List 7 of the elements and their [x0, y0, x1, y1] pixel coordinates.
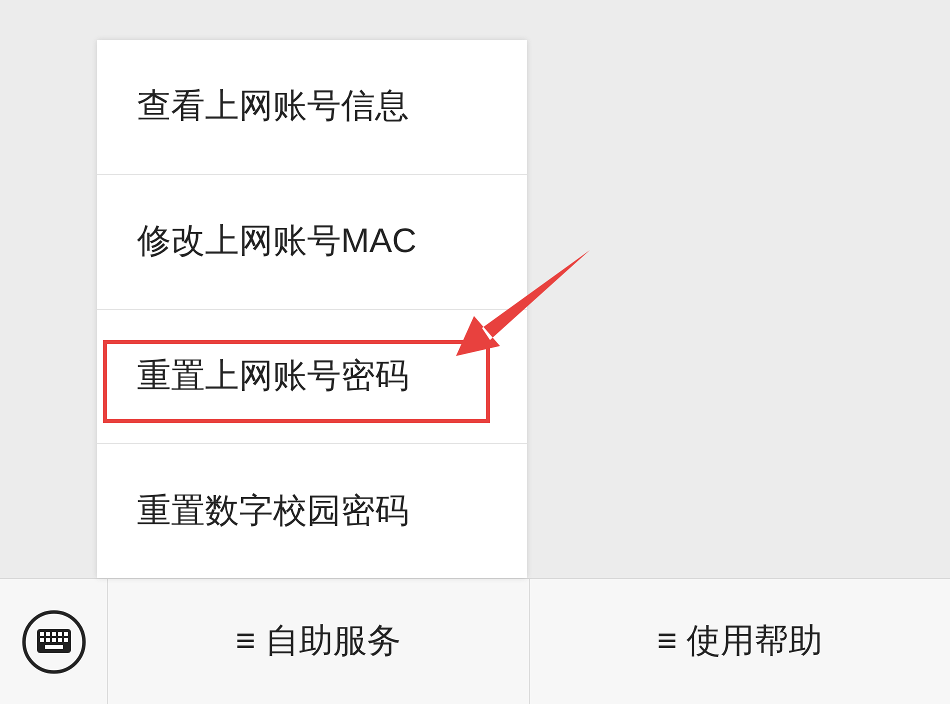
keyboard-icon[interactable] [20, 608, 86, 674]
menu-tab[interactable]: ≡ 自助服务 [228, 616, 409, 667]
menu-item[interactable]: 修改上网账号MAC [97, 174, 527, 308]
menu-item[interactable]: 查看上网账号信息 [97, 40, 527, 174]
menu-tab[interactable]: ≡ 使用帮助 [649, 616, 830, 667]
menu-item[interactable]: 重置上网账号密码 [97, 310, 527, 444]
menu-item[interactable]: 重置数字校园密码 [97, 444, 527, 578]
